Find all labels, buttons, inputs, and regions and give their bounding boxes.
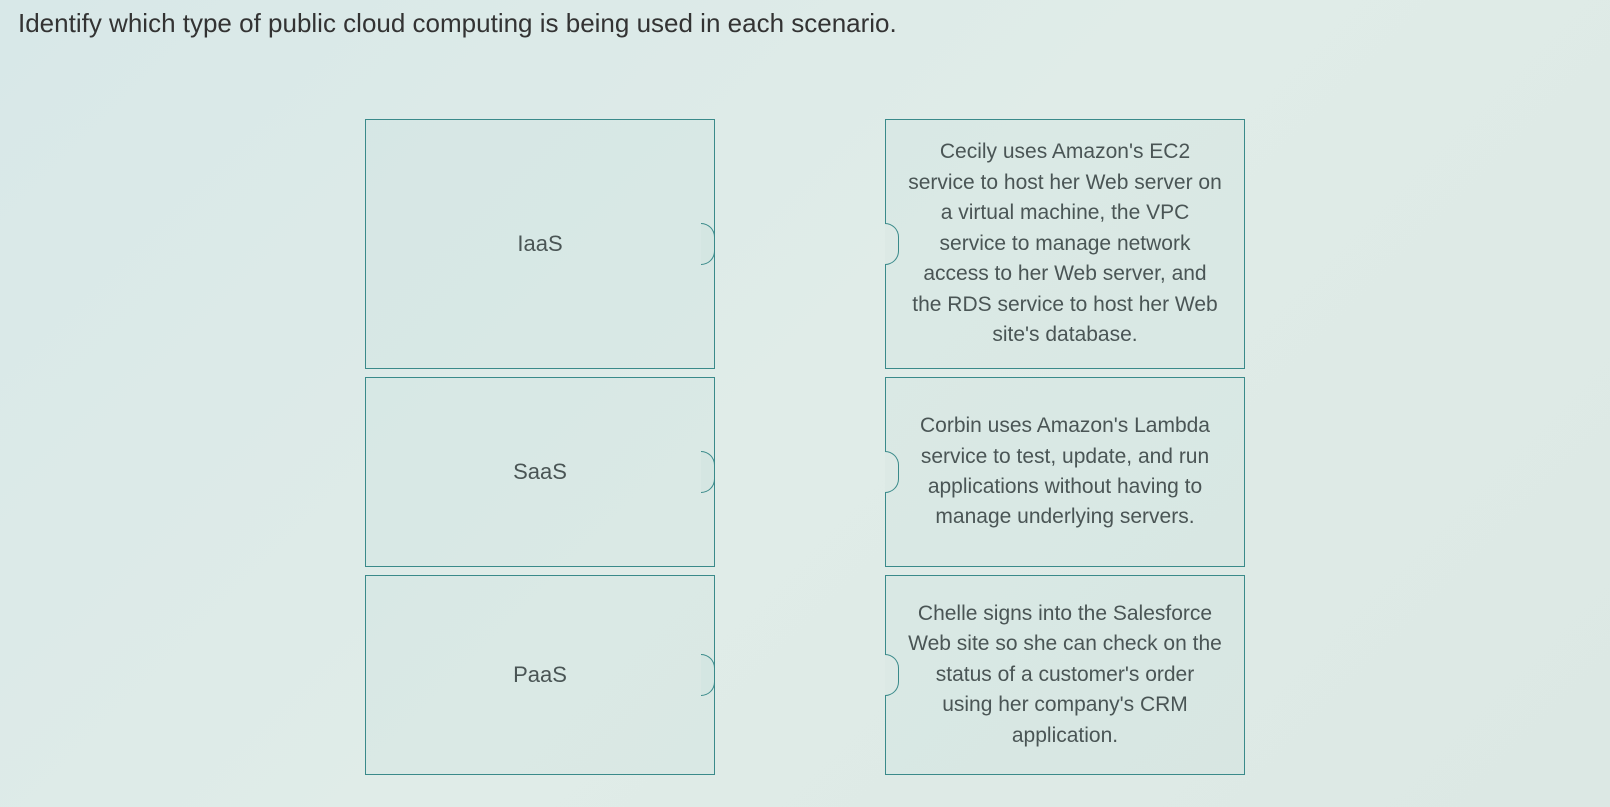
scenario-text: Cecily uses Amazon's EC2 service to host… (908, 137, 1222, 350)
puzzle-notch-icon (885, 451, 899, 493)
puzzle-tab-icon (701, 451, 715, 493)
option-label: SaaS (513, 459, 567, 485)
option-label: PaaS (513, 662, 567, 688)
scenario-text: Chelle signs into the Salesforce Web sit… (908, 599, 1222, 751)
puzzle-notch-icon (885, 223, 899, 265)
option-paas[interactable]: PaaS (365, 575, 715, 775)
scenario-cecily[interactable]: Cecily uses Amazon's EC2 service to host… (885, 119, 1245, 369)
scenario-text: Corbin uses Amazon's Lambda service to t… (908, 411, 1222, 533)
matching-area: IaaS SaaS PaaS Cecily uses Amazon's EC2 … (18, 119, 1592, 775)
draggable-options-column: IaaS SaaS PaaS (365, 119, 715, 775)
scenario-chelle[interactable]: Chelle signs into the Salesforce Web sit… (885, 575, 1245, 775)
option-label: IaaS (517, 231, 562, 257)
scenario-targets-column: Cecily uses Amazon's EC2 service to host… (885, 119, 1245, 775)
option-saas[interactable]: SaaS (365, 377, 715, 567)
puzzle-tab-icon (701, 654, 715, 696)
puzzle-tab-icon (701, 223, 715, 265)
question-instruction: Identify which type of public cloud comp… (18, 8, 1592, 39)
scenario-corbin[interactable]: Corbin uses Amazon's Lambda service to t… (885, 377, 1245, 567)
option-iaas[interactable]: IaaS (365, 119, 715, 369)
puzzle-notch-icon (885, 654, 899, 696)
